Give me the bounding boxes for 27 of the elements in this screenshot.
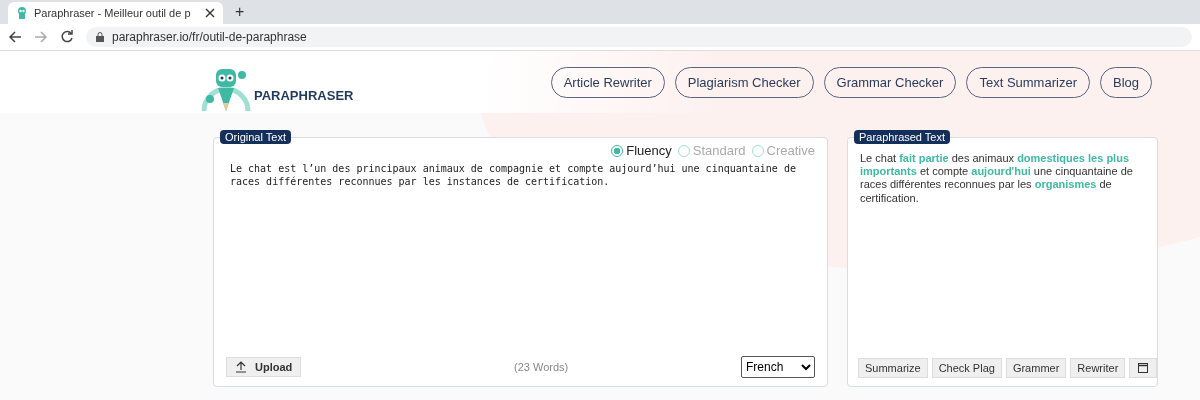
original-text: Le chat est l’un des principaux animaux de compagnie et compte aujourd’hui une cinquantaine de races différentes reconnues par les instances de certification. (229, 162, 797, 189)
reload-icon (60, 30, 74, 44)
tab-title: Paraphraser - Meilleur outil de p (34, 7, 191, 19)
address-field[interactable]: paraphraser.io/fr/outil-de-paraphrase (86, 27, 1192, 47)
action-button[interactable]: Check Plag (931, 358, 1002, 378)
language-select[interactable]: French (741, 356, 815, 378)
action-button[interactable]: Rewriter (1070, 358, 1126, 378)
action-button[interactable]: Summarize (858, 358, 928, 378)
url-text: paraphraser.io/fr/outil-de-paraphrase (112, 30, 307, 44)
robot-icon (16, 6, 28, 20)
upload-button[interactable]: Upload (226, 357, 302, 377)
copy-button[interactable] (1129, 358, 1158, 378)
logo-text: PARAPHRASER (254, 88, 354, 103)
lock-icon (96, 32, 104, 42)
back-arrow-icon (8, 30, 22, 44)
close-icon (205, 8, 215, 18)
forward-arrow-icon (34, 30, 48, 44)
panel-title: Original Text (220, 130, 291, 144)
browser-tab[interactable]: Paraphraser - Meilleur outil de p (8, 2, 223, 24)
window-icon (1138, 363, 1149, 373)
mode-radio[interactable]: Fluency (611, 143, 672, 158)
paraphrased-text: Le chat fait partie des animaux domestiques les plus importants et compte aujourd'hui une cinquantaine de races différentes reconnues par les organismes de certification. (860, 152, 1134, 206)
upload-icon (235, 361, 247, 373)
panel-title: Paraphrased Text (854, 130, 951, 144)
action-button[interactable]: Grammer (1005, 358, 1067, 378)
new-tab-button[interactable]: + (235, 3, 245, 21)
word-count: (23 Words) (514, 361, 569, 373)
